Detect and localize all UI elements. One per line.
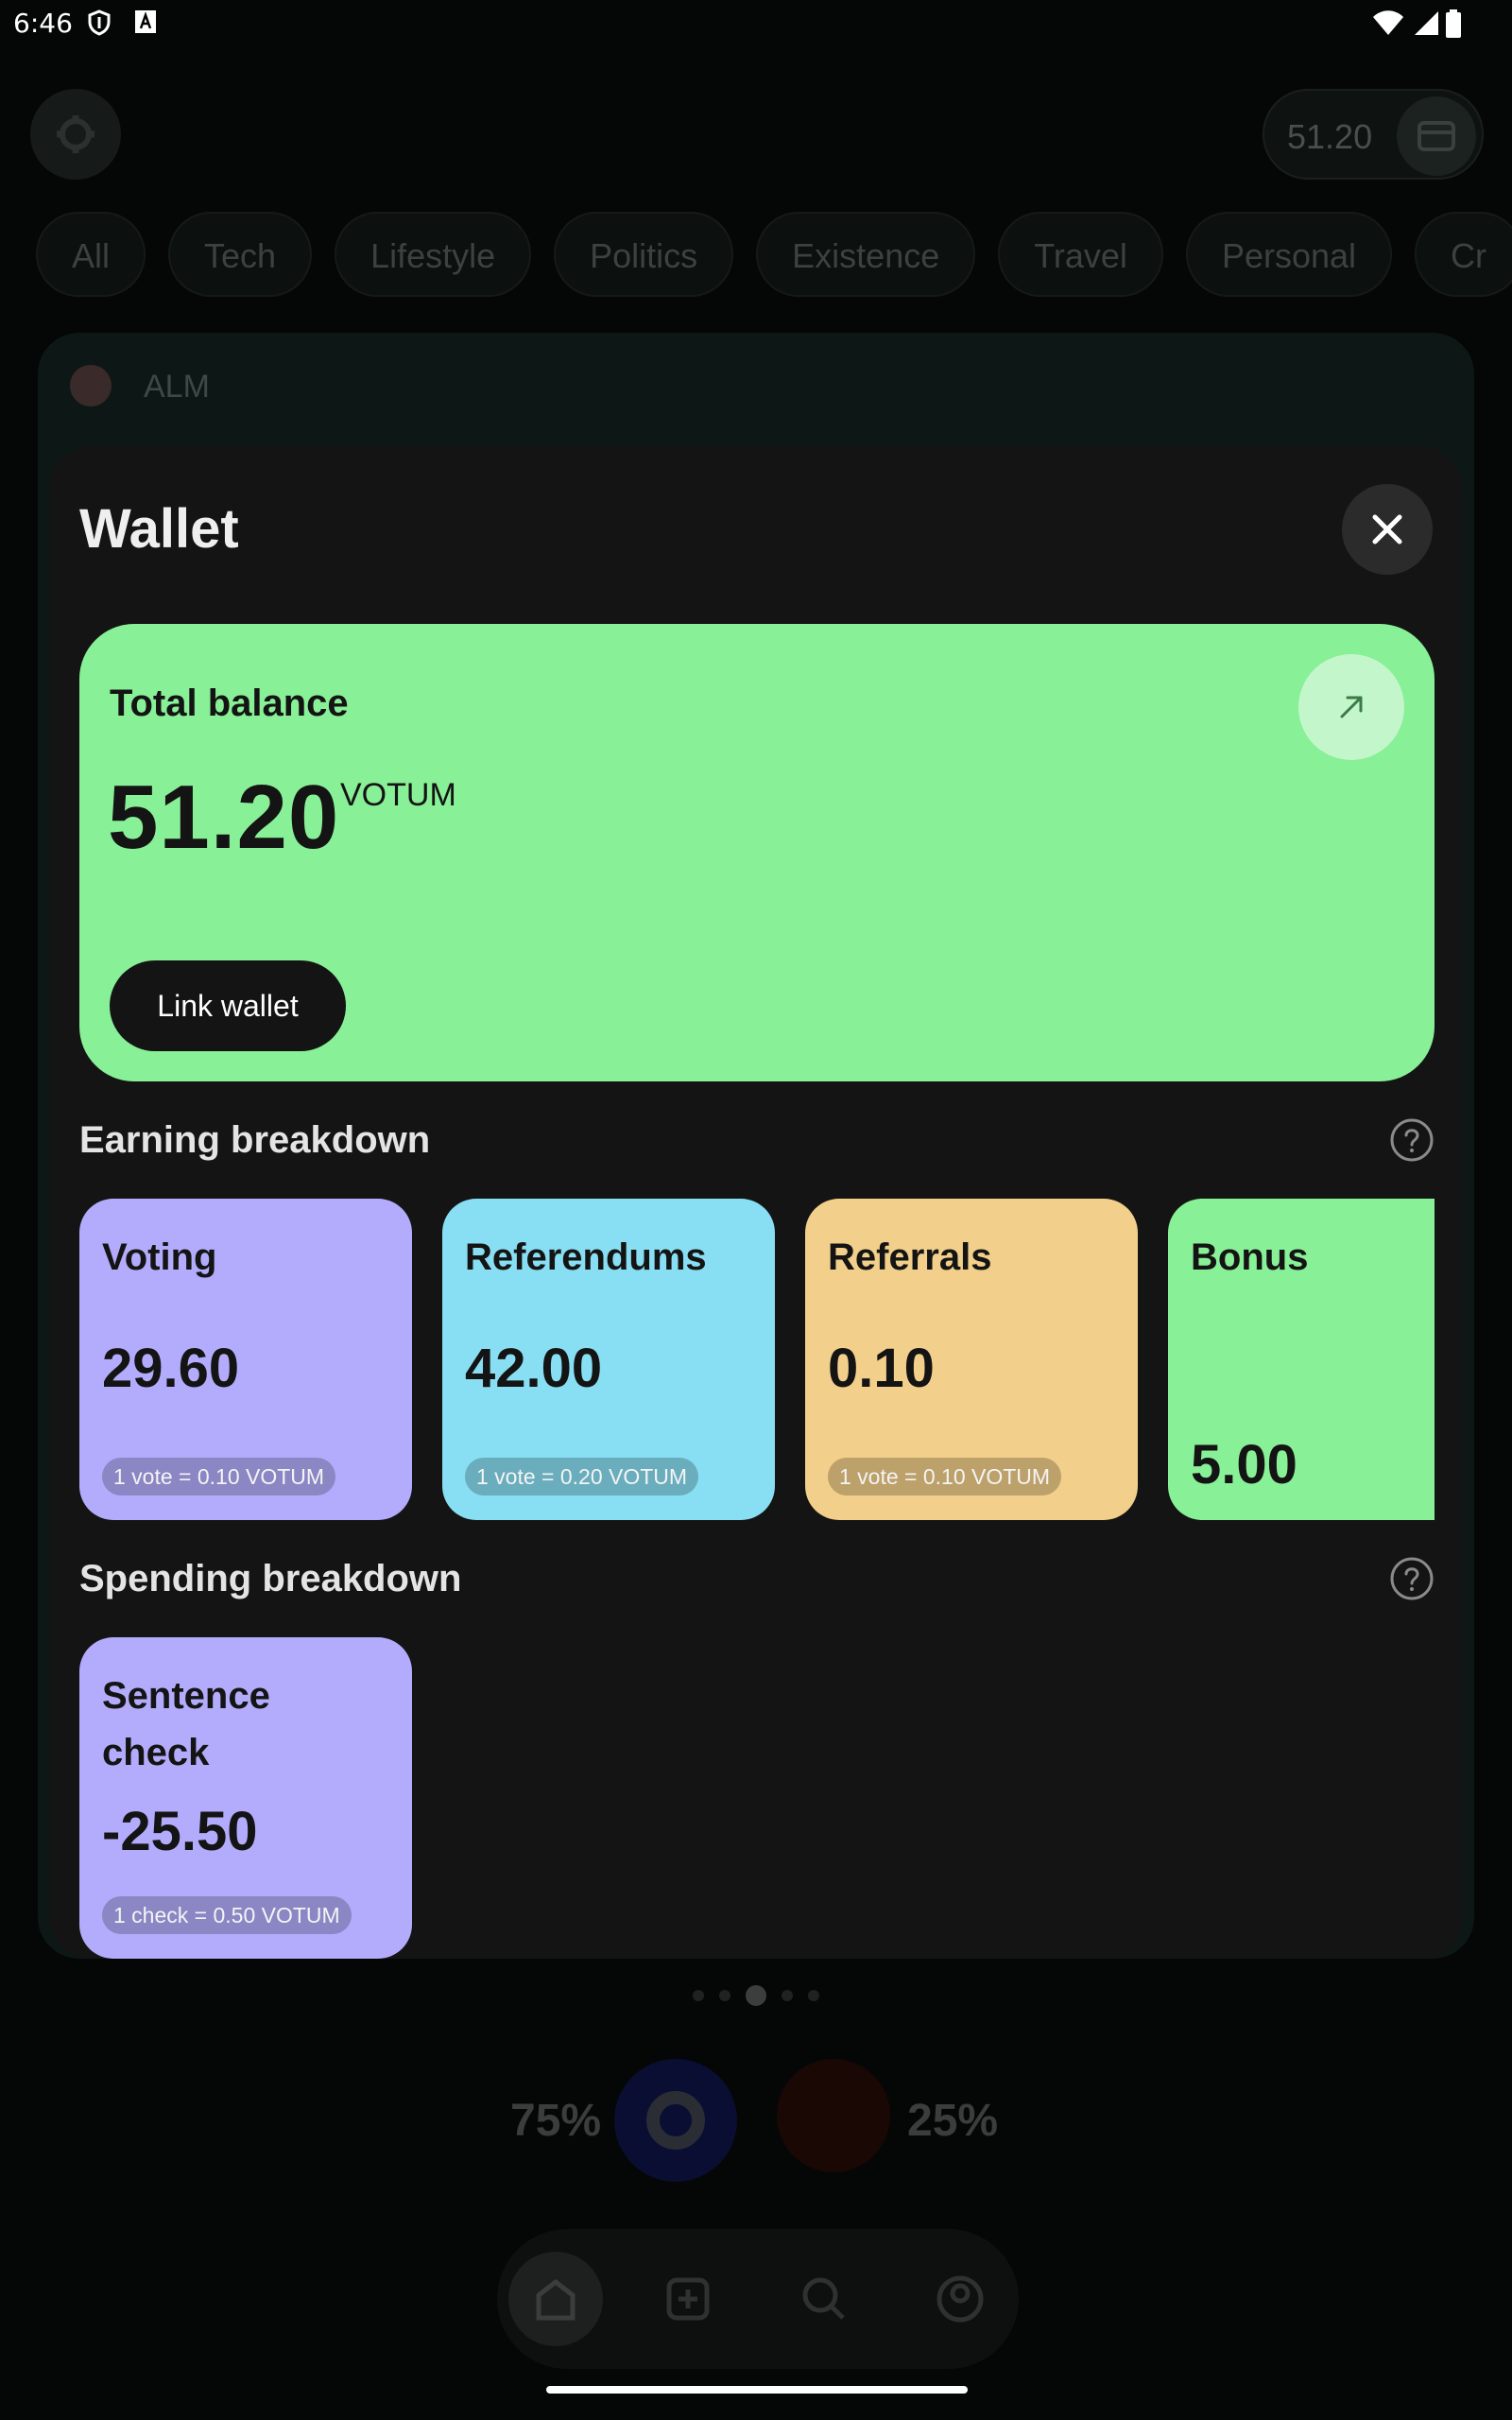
status-bar: 6:46 (0, 0, 1512, 45)
tile-label: Sentence check (102, 1675, 270, 1773)
balance-unit: VOTUM (340, 777, 456, 813)
earning-tile-referendums[interactable]: Referendums 42.00 1 vote = 0.20 VOTUM (442, 1199, 775, 1520)
balance-value: 51.20 (108, 767, 340, 868)
add-post-icon (666, 2277, 710, 2321)
balance-label: Total balance (110, 683, 349, 724)
category-chip: Tech (168, 212, 313, 297)
spending-breakdown-title: Spending breakdown (79, 1558, 462, 1599)
vote-left-button (614, 2059, 737, 2182)
wifi-icon (1373, 10, 1403, 35)
tile-value: -25.50 (102, 1801, 258, 1862)
signal-icon (1415, 11, 1438, 35)
page-dot (719, 1990, 730, 2001)
wallet-sheet: Wallet Total balance 51.20 VOTUM Link wa… (49, 446, 1463, 1959)
wallet-button (1397, 96, 1476, 176)
status-time: 6:46 (13, 8, 73, 39)
post-author: ALM (144, 369, 210, 405)
nav-create (641, 2252, 735, 2346)
category-chips: All Tech Lifestyle Politics Existence Travel P… (36, 212, 1512, 297)
avatar (70, 365, 112, 406)
settings-button (30, 89, 121, 180)
wallet-icon (1418, 121, 1455, 151)
tile-value: 5.00 (1191, 1434, 1297, 1495)
battery-icon (1446, 9, 1461, 38)
earning-tile-referrals[interactable]: Referrals 0.10 1 vote = 0.10 VOTUM (805, 1199, 1138, 1520)
text-a-icon (135, 10, 156, 33)
tile-value: 0.10 (828, 1338, 935, 1399)
bottom-nav (497, 2229, 1019, 2369)
vote-left-percent: 75% (510, 2096, 602, 2146)
sheet-title: Wallet (79, 498, 239, 560)
profile-icon (936, 2275, 984, 2323)
gear-icon (57, 115, 94, 153)
vote-bar: 75% 25% (0, 2049, 1512, 2182)
category-chip: All (36, 212, 146, 297)
search-icon (802, 2277, 845, 2320)
spending-help-icon[interactable] (1389, 1556, 1435, 1601)
category-chip: Existence (756, 212, 976, 297)
page-dot-active (746, 1985, 766, 2006)
tile-rate-badge: 1 vote = 0.20 VOTUM (465, 1458, 699, 1495)
tile-value: 42.00 (465, 1338, 603, 1399)
category-chip: Travel (998, 212, 1163, 297)
earning-help-icon[interactable] (1389, 1117, 1435, 1163)
earning-tile-bonus[interactable]: Bonus 5.00 (1168, 1199, 1435, 1520)
home-indicator[interactable] (546, 2386, 968, 2394)
page-dot (782, 1990, 793, 2001)
tile-label: Bonus (1191, 1236, 1309, 1278)
page-dot (808, 1990, 819, 2001)
category-chip: Politics (554, 212, 734, 297)
link-wallet-button[interactable]: Link wallet (110, 960, 346, 1051)
open-balance-button[interactable] (1298, 654, 1404, 760)
category-chip: Lifestyle (335, 212, 532, 297)
nav-home (508, 2252, 603, 2346)
background-top-bar: 51.20 (0, 45, 1512, 216)
category-chip: Personal (1185, 212, 1393, 297)
vote-right-percent: 25% (907, 2096, 999, 2146)
nav-search (777, 2252, 871, 2346)
tile-rate-badge: 1 check = 0.50 VOTUM (102, 1896, 352, 1934)
tile-rate-badge: 1 vote = 0.10 VOTUM (828, 1458, 1062, 1495)
total-balance-card: Total balance 51.20 VOTUM Link wallet (79, 624, 1435, 1081)
tile-label: Referrals (828, 1236, 992, 1278)
close-icon (1372, 514, 1402, 544)
vote-right-button (777, 2059, 890, 2172)
earning-breakdown-title: Earning breakdown (79, 1119, 431, 1161)
shield-icon (88, 9, 111, 36)
tile-value: 29.60 (102, 1338, 240, 1399)
tile-label: Referendums (465, 1236, 707, 1278)
arrow-up-right-icon (1340, 696, 1363, 718)
page-dot (693, 1990, 704, 2001)
spending-tiles[interactable]: Sentence check -25.50 1 check = 0.50 VOT… (79, 1637, 1435, 1959)
spending-tile-sentence-check[interactable]: Sentence check -25.50 1 check = 0.50 VOT… (79, 1637, 412, 1959)
category-chip: Cr (1415, 212, 1512, 297)
earning-tiles[interactable]: Voting 29.60 1 vote = 0.10 VOTUM Referen… (79, 1199, 1435, 1520)
tile-label: Voting (102, 1236, 217, 1278)
page-indicator (0, 1985, 1512, 2006)
balance-pill-value: 51.20 (1287, 117, 1373, 156)
tile-rate-badge: 1 vote = 0.10 VOTUM (102, 1458, 336, 1495)
earning-tile-voting[interactable]: Voting 29.60 1 vote = 0.10 VOTUM (79, 1199, 412, 1520)
nav-profile (913, 2252, 1007, 2346)
home-icon (536, 2278, 576, 2321)
close-button[interactable] (1342, 484, 1433, 575)
balance-pill: 51.20 (1263, 89, 1484, 180)
